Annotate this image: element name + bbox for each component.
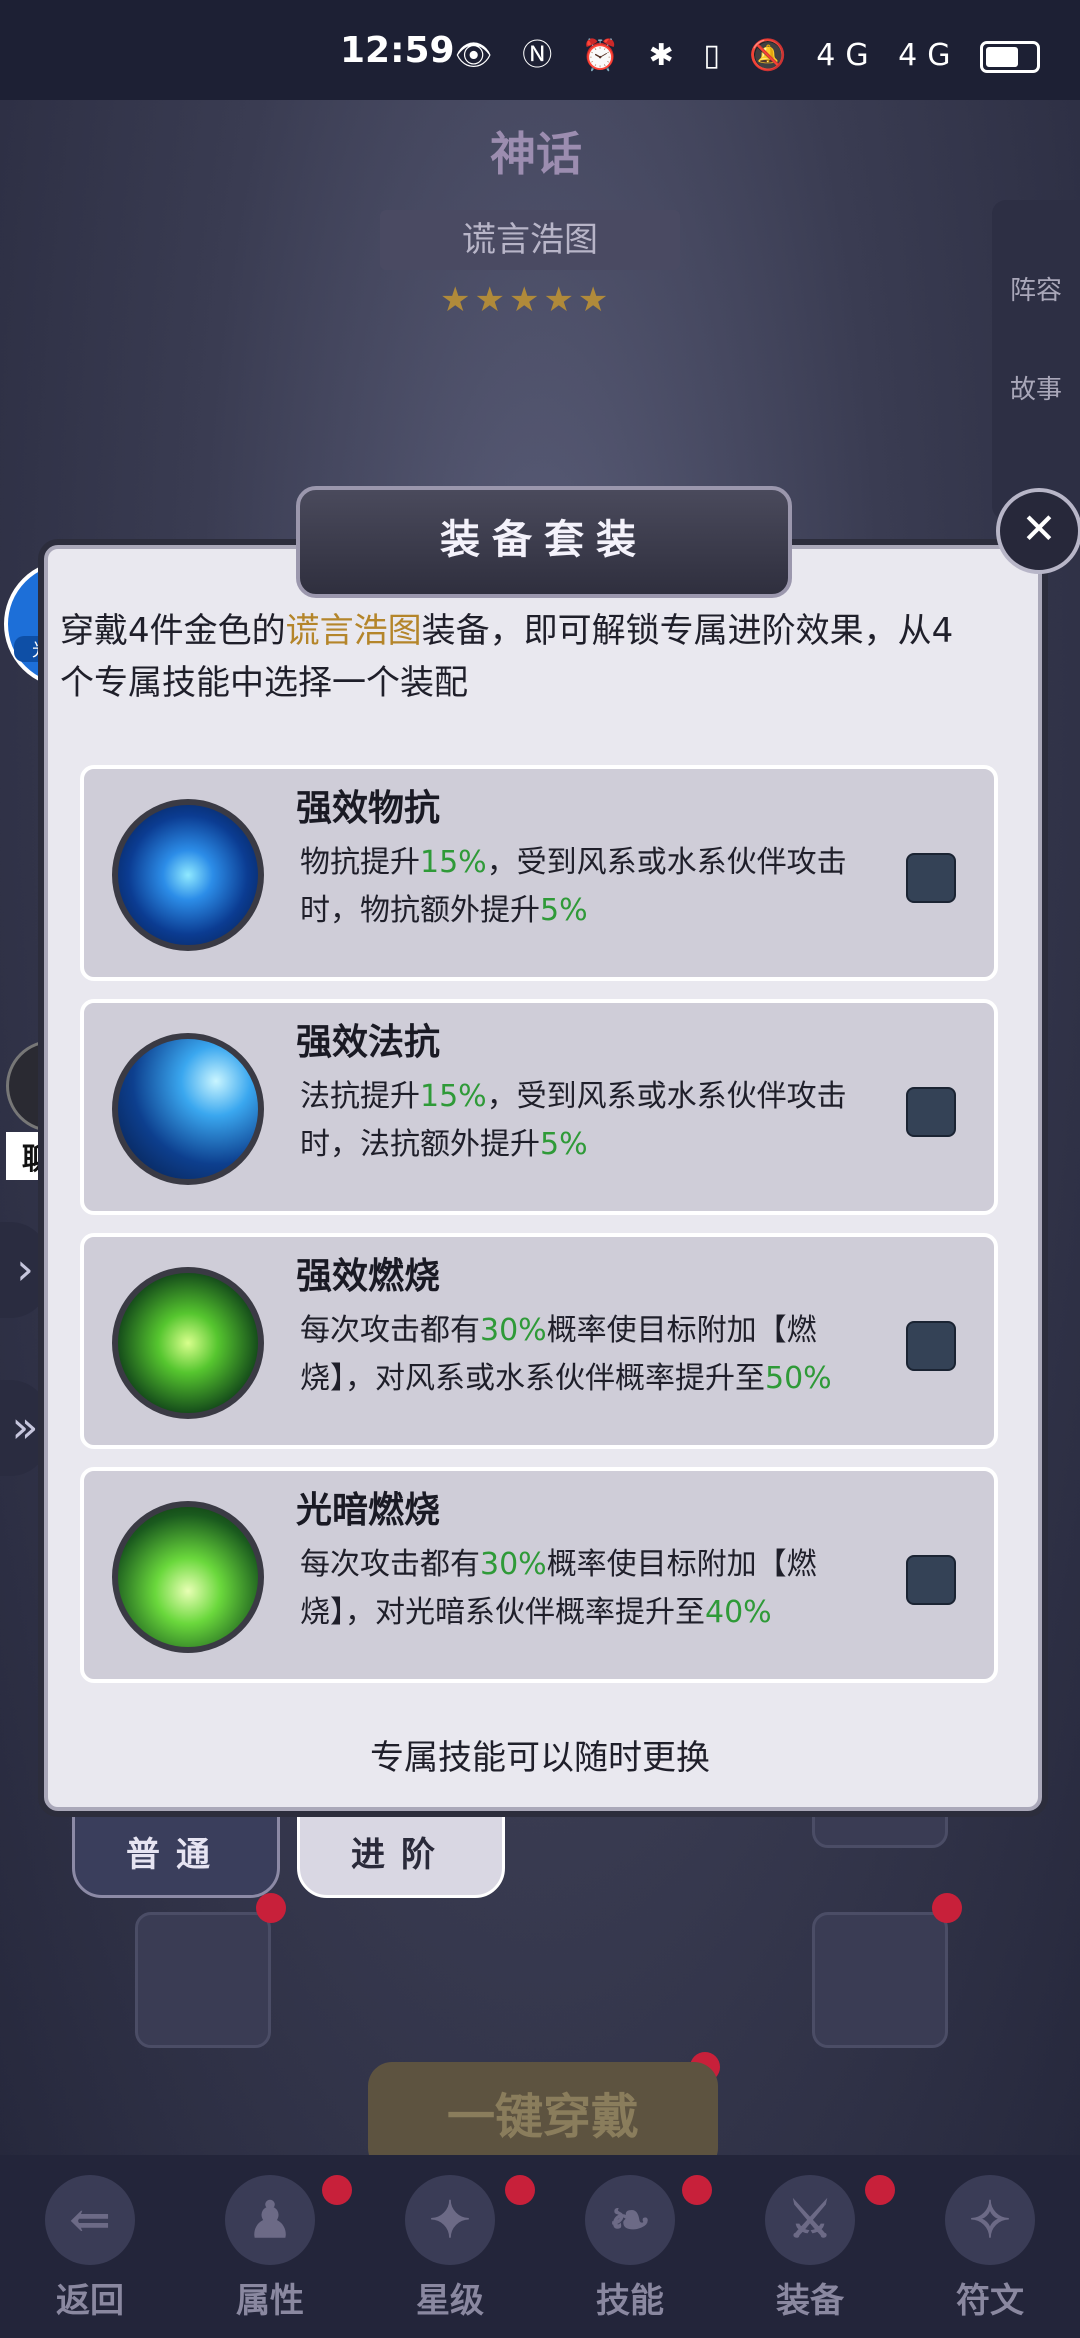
nav-label: 星级 bbox=[416, 2281, 484, 2321]
desc-hero-highlight: 谎言浩图 bbox=[285, 611, 422, 651]
notification-dot bbox=[932, 1893, 962, 1923]
skill-description: 物抗提升15%，受到风系或水系伙伴攻击时，物抗额外提升5% bbox=[300, 845, 847, 928]
water-orb-icon bbox=[112, 799, 264, 951]
status-icons: 👁 Ⓝ ⏰ ✱ ▯ 🔕 4G 4G bbox=[455, 30, 1040, 74]
skill-description: 每次攻击都有30%概率使目标附加【燃烧】，对风系或水系伙伴概率提升至50% bbox=[300, 1313, 832, 1396]
nav-label: 装备 bbox=[776, 2281, 844, 2321]
skill-select-checkbox[interactable] bbox=[906, 1321, 956, 1371]
clock: 12:59 bbox=[340, 30, 455, 71]
skill-select-checkbox[interactable] bbox=[906, 1555, 956, 1605]
set-description: 穿戴4件金色的谎言浩图装备，即可解锁专属进阶效果，从4个专属技能中选择一个装配 bbox=[60, 605, 980, 709]
crossed-swords-icon: ⚔ bbox=[765, 2175, 855, 2265]
hero-stars: ★★★★★ bbox=[440, 280, 613, 320]
notification-dot bbox=[256, 1893, 286, 1923]
side-item-lineup[interactable]: 阵容 bbox=[992, 270, 1080, 307]
nav-label: 返回 bbox=[56, 2281, 124, 2321]
status-icons-text: 👁 Ⓝ ⏰ ✱ ▯ 🔕 4G 4G bbox=[454, 38, 961, 73]
skill-name: 光暗燃烧 bbox=[296, 1490, 441, 1531]
nav-label: 技能 bbox=[596, 2281, 664, 2321]
poison-burst-icon bbox=[112, 1267, 264, 1419]
notification-dot bbox=[865, 2175, 895, 2205]
bottom-nav: ⇐ 返回 ♟ 属性 ✦ 星级 ❧ 技能 ⚔ 装备 ✧ 符文 bbox=[0, 2155, 1080, 2338]
category-title: 神话 bbox=[490, 127, 582, 181]
tab-advanced[interactable]: 进阶 bbox=[297, 1812, 505, 1898]
skill-select-checkbox[interactable] bbox=[906, 853, 956, 903]
scroll-icon: ❧ bbox=[585, 2175, 675, 2265]
hooded-figure-icon: ♟ bbox=[225, 2175, 315, 2265]
side-menu: 阵容 故事 bbox=[992, 200, 1080, 520]
notification-dot bbox=[322, 2175, 352, 2205]
side-item-story[interactable]: 故事 bbox=[992, 369, 1080, 406]
skill-description: 每次攻击都有30%概率使目标附加【燃烧】，对光暗系伙伴概率提升至40% bbox=[300, 1547, 817, 1630]
hero-name-plate: 谎言浩图 bbox=[380, 210, 680, 270]
notification-dot bbox=[682, 2175, 712, 2205]
water-slash-icon bbox=[112, 1033, 264, 1185]
skill-description: 法抗提升15%，受到风系或水系伙伴攻击时，法抗额外提升5% bbox=[300, 1079, 847, 1162]
back-icon: ⇐ bbox=[45, 2175, 135, 2265]
green-flame-icon bbox=[112, 1501, 264, 1653]
nav-runes[interactable]: ✧ 符文 bbox=[900, 2155, 1080, 2338]
skill-card[interactable]: 强效法抗 法抗提升15%，受到风系或水系伙伴攻击时，法抗额外提升5% bbox=[80, 999, 998, 1215]
battery-icon bbox=[980, 40, 1040, 73]
nav-label: 属性 bbox=[236, 2281, 304, 2321]
skill-name: 强效物抗 bbox=[296, 788, 441, 829]
skill-name: 强效燃烧 bbox=[296, 1256, 441, 1297]
close-icon[interactable]: ✕ bbox=[996, 488, 1080, 574]
status-bar: 12:59 👁 Ⓝ ⏰ ✱ ▯ 🔕 4G 4G bbox=[0, 0, 1080, 100]
skill-card[interactable]: 光暗燃烧 每次攻击都有30%概率使目标附加【燃烧】，对光暗系伙伴概率提升至40% bbox=[80, 1467, 998, 1683]
skill-select-checkbox[interactable] bbox=[906, 1087, 956, 1137]
notification-dot bbox=[505, 2175, 535, 2205]
modal-footer-note: 专属技能可以随时更换 bbox=[370, 1738, 710, 1778]
nav-label: 符文 bbox=[956, 2281, 1024, 2321]
nav-back[interactable]: ⇐ 返回 bbox=[0, 2155, 180, 2338]
skill-name: 强效法抗 bbox=[296, 1022, 441, 1063]
rune-icon: ✧ bbox=[945, 2175, 1035, 2265]
skill-card[interactable]: 强效物抗 物抗提升15%，受到风系或水系伙伴攻击时，物抗额外提升5% bbox=[80, 765, 998, 981]
equip-slot[interactable] bbox=[135, 1912, 271, 2048]
tab-normal[interactable]: 普通 bbox=[72, 1812, 280, 1898]
modal-title: 装备套装 bbox=[296, 486, 792, 598]
skill-card[interactable]: 强效燃烧 每次攻击都有30%概率使目标附加【燃烧】，对风系或水系伙伴概率提升至5… bbox=[80, 1233, 998, 1449]
desc-prefix: 穿戴4件金色的 bbox=[60, 611, 286, 651]
star-icon: ✦ bbox=[405, 2175, 495, 2265]
equip-slot[interactable] bbox=[812, 1912, 948, 2048]
